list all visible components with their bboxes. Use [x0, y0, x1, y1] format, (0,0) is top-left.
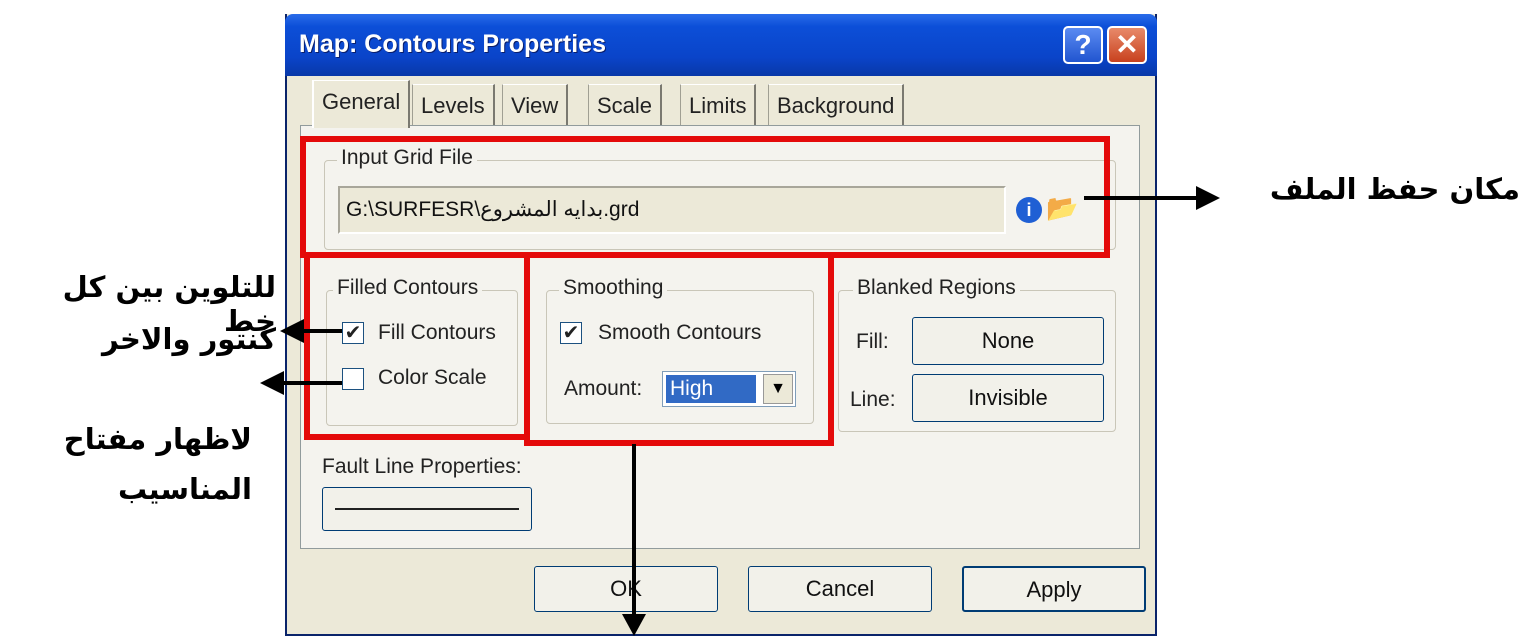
tab-view[interactable]: View: [502, 84, 569, 126]
arrow-fill-head: [280, 319, 304, 343]
highlight-input-grid: [300, 136, 1110, 258]
arrow-file-head: [1196, 186, 1220, 210]
highlight-filled-contours: [304, 252, 530, 440]
help-button[interactable]: ?: [1063, 26, 1103, 64]
tab-levels[interactable]: Levels: [412, 84, 495, 126]
fault-line-label: Fault Line Properties:: [322, 455, 522, 478]
tab-general[interactable]: General: [312, 80, 411, 128]
blanked-fill-button[interactable]: None: [912, 317, 1104, 365]
fault-line-button[interactable]: [322, 487, 532, 531]
dialog-title: Map: Contours Properties: [299, 30, 606, 58]
blanked-regions-label: Blanked Regions: [853, 276, 1020, 300]
arrow-fill-line: [300, 329, 342, 333]
blanked-line-label: Line:: [850, 388, 896, 411]
blanked-line-button[interactable]: Invisible: [912, 374, 1104, 422]
blanked-fill-label: Fill:: [856, 330, 889, 353]
close-button[interactable]: ✕: [1107, 26, 1147, 64]
arrow-smoothing-line: [632, 444, 636, 620]
arrow-smoothing-head: [622, 614, 646, 636]
ok-button[interactable]: OK: [534, 566, 718, 612]
annotation-scale-line2: المناسيب: [117, 472, 252, 506]
tab-limits[interactable]: Limits: [680, 84, 757, 126]
tab-scale[interactable]: Scale: [588, 84, 663, 126]
arrow-scale-line: [282, 381, 342, 385]
annotation-file-location: مكان حفظ الملف: [1269, 172, 1520, 206]
annotation-fill-line2: كنتور والاخر: [101, 322, 276, 356]
arrow-scale-head: [260, 371, 284, 395]
title-bar[interactable]: Map: Contours Properties ? ✕: [285, 14, 1157, 76]
cancel-button[interactable]: Cancel: [748, 566, 932, 612]
annotation-scale-line1: لاظهار مفتاح: [63, 422, 252, 456]
apply-button[interactable]: Apply: [962, 566, 1146, 612]
tab-background[interactable]: Background: [768, 84, 905, 126]
highlight-smoothing: [524, 252, 834, 446]
arrow-file-line: [1084, 196, 1204, 200]
fault-line-preview: [335, 508, 519, 510]
